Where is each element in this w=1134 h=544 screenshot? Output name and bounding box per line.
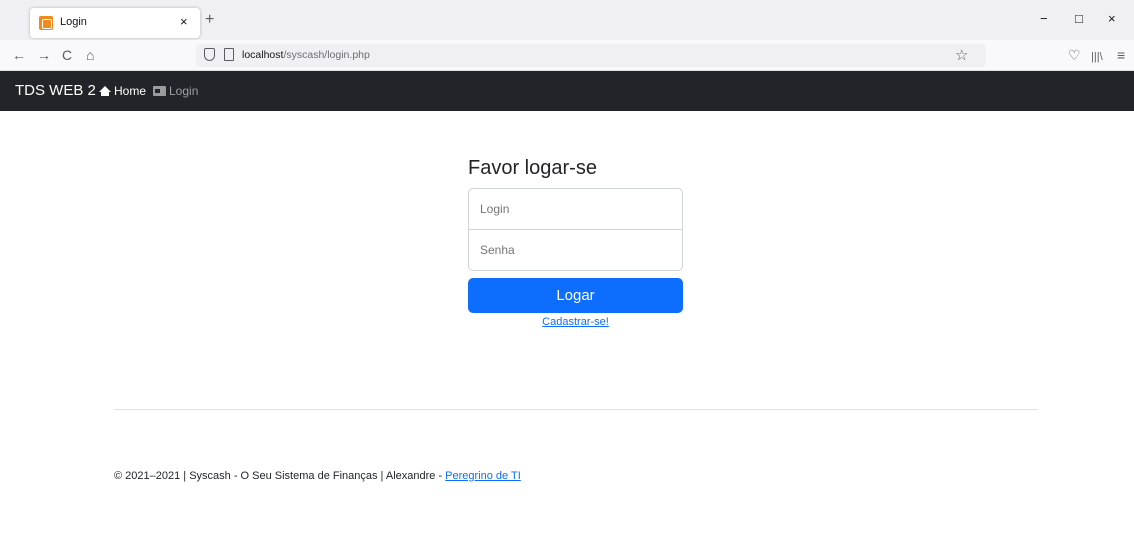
window-close-icon[interactable]: ×	[1108, 12, 1116, 26]
window-maximize-icon[interactable]: □	[1075, 12, 1083, 26]
menu-icon[interactable]: ≡	[1117, 47, 1125, 63]
site-favicon-icon	[39, 16, 53, 30]
pocket-icon[interactable]: ♡	[1068, 47, 1081, 63]
register-link[interactable]: Cadastrar-se!	[468, 316, 683, 328]
home-icon[interactable]: ⌂	[86, 47, 94, 63]
window-minimize-icon[interactable]: −	[1040, 12, 1048, 26]
footer: © 2021–2021 | Syscash - O Seu Sistema de…	[114, 470, 521, 482]
browser-toolbar: ← → C ⌂ localhost/syscash/login.php ☆ ♡ …	[0, 40, 1134, 71]
bookmark-star-icon[interactable]: ☆	[955, 46, 968, 64]
login-button[interactable]: Logar	[468, 278, 683, 313]
tab-title: Login	[60, 16, 87, 28]
footer-text: © 2021–2021 | Syscash - O Seu Sistema de…	[114, 470, 446, 482]
url-bar[interactable]: localhost/syscash/login.php ☆	[196, 44, 986, 67]
site-navbar: TDS WEB 2 Home Login	[0, 71, 1134, 111]
password-input[interactable]	[468, 229, 683, 271]
back-icon[interactable]: ←	[12, 47, 26, 63]
nav-link-home[interactable]: Home	[99, 84, 146, 98]
nav-home-label: Home	[114, 84, 147, 98]
id-card-icon	[153, 86, 166, 96]
login-input[interactable]	[468, 188, 683, 230]
tracking-shield-icon[interactable]	[204, 48, 215, 61]
browser-tab[interactable]: Login ×	[30, 8, 200, 38]
reload-icon[interactable]: C	[62, 47, 72, 63]
url-path: /syscash/login.php	[283, 49, 370, 61]
tab-close-icon[interactable]: ×	[180, 14, 188, 29]
browser-tab-strip: Login × + − □ ×	[0, 0, 1134, 40]
footer-link[interactable]: Peregrino de TI	[445, 470, 521, 482]
form-title: Favor logar-se	[468, 157, 597, 179]
url-host: localhost	[242, 49, 284, 61]
url-text: localhost/syscash/login.php	[242, 49, 370, 61]
nav-link-login[interactable]: Login	[153, 84, 198, 98]
nav-login-label: Login	[169, 84, 199, 98]
new-tab-icon[interactable]: +	[205, 12, 214, 28]
home-icon	[99, 86, 111, 96]
site-brand[interactable]: TDS WEB 2	[15, 82, 96, 99]
page-info-icon[interactable]	[224, 48, 234, 61]
forward-icon[interactable]: →	[37, 47, 51, 63]
library-icon[interactable]: |||\	[1091, 49, 1103, 65]
footer-divider	[114, 409, 1038, 410]
